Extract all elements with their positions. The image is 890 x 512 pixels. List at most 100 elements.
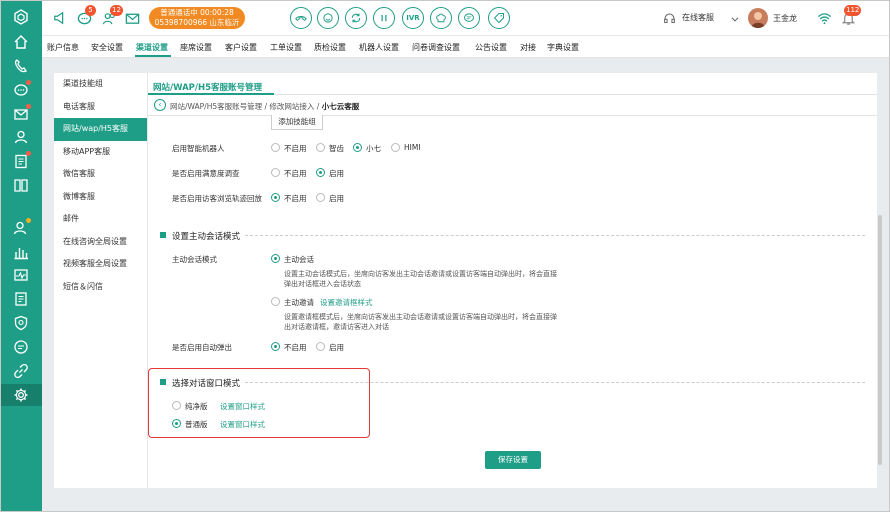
auto-popup-option-disable: 不启用 xyxy=(284,343,307,352)
mail-icon[interactable] xyxy=(11,104,31,124)
bell-icon[interactable]: 112 xyxy=(838,5,862,28)
active-mode-radio-session[interactable] xyxy=(271,254,280,263)
chat-bubble-icon[interactable]: 5 xyxy=(74,5,96,28)
menu-item-weibo[interactable]: 微博客服 xyxy=(54,186,147,209)
tab-channel[interactable]: 渠道设置 xyxy=(136,42,168,53)
session-description-line1: 设置主动会话模式后，坐席向访客发出主动会话邀请或设置访客端自动弹出时，将会直接 xyxy=(284,270,557,278)
chat-count-badge: 5 xyxy=(85,5,96,16)
agent-status-select[interactable]: 在线客服 xyxy=(682,12,714,23)
pause-button[interactable] xyxy=(373,7,395,29)
breadcrumb-divider xyxy=(148,115,878,116)
book-icon[interactable] xyxy=(11,175,31,195)
tag-icon[interactable] xyxy=(488,7,510,29)
call-status-pill[interactable]: 普通通话中 00:00:28 05398700966 山东临沂 xyxy=(149,7,245,29)
home-icon[interactable] xyxy=(11,32,31,52)
auto-popup-label: 是否启用自动弹出 xyxy=(172,343,232,352)
tab-robot[interactable]: 机器人设置 xyxy=(359,42,399,53)
channel-menu: 渠道技能组 电话客服 网站/wap/H5客服 移动APP客服 微信客服 微博客服… xyxy=(54,73,147,488)
scrollbar[interactable] xyxy=(878,215,882,465)
invite-style-link[interactable]: 设置邀请框样式 xyxy=(320,297,373,308)
menu-item-skill-group[interactable]: 渠道技能组 xyxy=(54,73,147,96)
tab-active-underline xyxy=(135,55,171,57)
user-icon[interactable] xyxy=(11,127,31,147)
menu-item-email[interactable]: 邮件 xyxy=(54,208,147,231)
track-label: 是否启用访客浏览轨迹回放 xyxy=(172,194,262,203)
survey-option-disable: 不启用 xyxy=(284,169,307,178)
robot-radio-xiaoqi[interactable] xyxy=(353,143,362,152)
menu-item-online-global[interactable]: 在线咨询全局设置 xyxy=(54,231,147,254)
session-description-line2: 弹出对话框进入会话状态 xyxy=(284,280,361,288)
clipboard-icon[interactable] xyxy=(11,151,31,171)
robot-radio-himi[interactable] xyxy=(391,143,400,152)
breadcrumb-path[interactable]: 网站/WAP/H5客服账号管理 / 修改网站接入 / xyxy=(170,102,322,111)
auto-popup-option-enable: 启用 xyxy=(329,343,344,352)
tab-integration[interactable]: 对接 xyxy=(520,42,536,53)
envelope-icon[interactable] xyxy=(122,8,142,28)
add-skill-group-button[interactable]: 添加技能组 xyxy=(271,115,323,130)
chat-icon[interactable] xyxy=(11,80,31,100)
robot-radio-zhichi[interactable] xyxy=(316,143,325,152)
tab-seats[interactable]: 座席设置 xyxy=(180,42,212,53)
user-name[interactable]: 王金龙 xyxy=(773,13,797,24)
wifi-icon xyxy=(814,8,834,28)
active-mode-radio-invite[interactable] xyxy=(271,297,280,306)
tab-quality[interactable]: 质检设置 xyxy=(314,42,346,53)
survey-label: 是否启用满意度调查 xyxy=(172,169,240,178)
message-icon[interactable] xyxy=(11,337,31,357)
phone-icon[interactable] xyxy=(11,56,31,76)
menu-item-wechat[interactable]: 微信客服 xyxy=(54,163,147,186)
tab-survey[interactable]: 问卷调查设置 xyxy=(412,42,460,53)
highlight-box xyxy=(148,368,370,438)
menu-item-app[interactable]: 移动APP客服 xyxy=(54,141,147,164)
back-icon[interactable]: ‹ xyxy=(154,99,166,111)
auto-popup-radio-disable[interactable] xyxy=(271,342,280,351)
menu-item-web[interactable]: 网站/wap/H5客服 xyxy=(54,118,147,141)
page-title: 网站/WAP/H5客服账号管理 xyxy=(153,83,263,93)
survey-radio-enable[interactable] xyxy=(316,168,325,177)
avatar[interactable] xyxy=(748,8,768,28)
robot-option-xiaoqi: 小七 xyxy=(366,144,381,153)
active-session-section-title: 设置主动会话模式 xyxy=(172,232,241,242)
chef-hat-icon[interactable] xyxy=(430,7,452,29)
tab-dictionary[interactable]: 字典设置 xyxy=(547,42,579,53)
auto-popup-radio-enable[interactable] xyxy=(316,342,325,351)
transfer-icon[interactable] xyxy=(345,7,367,29)
survey-radio-disable[interactable] xyxy=(271,168,280,177)
monitor-icon[interactable] xyxy=(11,265,31,285)
track-radio-disable[interactable] xyxy=(271,193,280,202)
robot-radio-disable[interactable] xyxy=(271,143,280,152)
menu-item-sms[interactable]: 短信＆闪信 xyxy=(54,276,147,299)
ivr-button[interactable]: IVR xyxy=(402,7,424,29)
mute-speaker-icon[interactable] xyxy=(50,8,70,28)
face-icon[interactable] xyxy=(317,7,339,29)
robot-option-himi: HIMI xyxy=(404,143,421,152)
sms-icon[interactable] xyxy=(458,7,480,29)
hangup-button[interactable] xyxy=(290,7,312,29)
tab-notice[interactable]: 公告设置 xyxy=(475,42,507,53)
invite-description: 设置邀请框模式后，坐席向访客发出主动会话邀请或设置访客端自动弹出时，将会直接弹 … xyxy=(284,312,557,332)
call-number-text: 05398700966 山东临沂 xyxy=(154,18,240,27)
report-icon[interactable] xyxy=(11,289,31,309)
settings-gear-icon[interactable] xyxy=(11,385,31,405)
menu-item-video-global[interactable]: 视频客服全局设置 xyxy=(54,253,147,276)
bar-chart-icon[interactable] xyxy=(11,242,31,262)
shield-icon[interactable] xyxy=(11,313,31,333)
tab-account-info[interactable]: 账户信息 xyxy=(47,42,79,53)
tab-security[interactable]: 安全设置 xyxy=(91,42,123,53)
section-divider xyxy=(245,235,865,236)
track-radio-enable[interactable] xyxy=(316,193,325,202)
active-mode-option-session: 主动会话 xyxy=(284,255,314,264)
agent-icon[interactable] xyxy=(11,218,31,238)
save-settings-button[interactable]: 保存设置 xyxy=(485,451,541,469)
breadcrumb: 网站/WAP/H5客服账号管理 / 修改网站接入 / 小七云客服 xyxy=(170,101,359,112)
call-status-text: 普通通话中 00:00:28 xyxy=(160,8,234,17)
tab-ticket[interactable]: 工单设置 xyxy=(270,42,302,53)
track-option-disable: 不启用 xyxy=(284,194,307,203)
users-icon[interactable]: 12 xyxy=(99,5,123,28)
top-bar: 5 12 普通通话中 00:00:28 05398700966 山东临沂 IVR… xyxy=(42,0,890,36)
tab-customer[interactable]: 客户设置 xyxy=(225,42,257,53)
track-option-enable: 启用 xyxy=(329,194,344,203)
link-icon[interactable] xyxy=(11,361,31,381)
menu-item-phone[interactable]: 电话客服 xyxy=(54,96,147,119)
chevron-down-icon[interactable] xyxy=(725,9,745,29)
